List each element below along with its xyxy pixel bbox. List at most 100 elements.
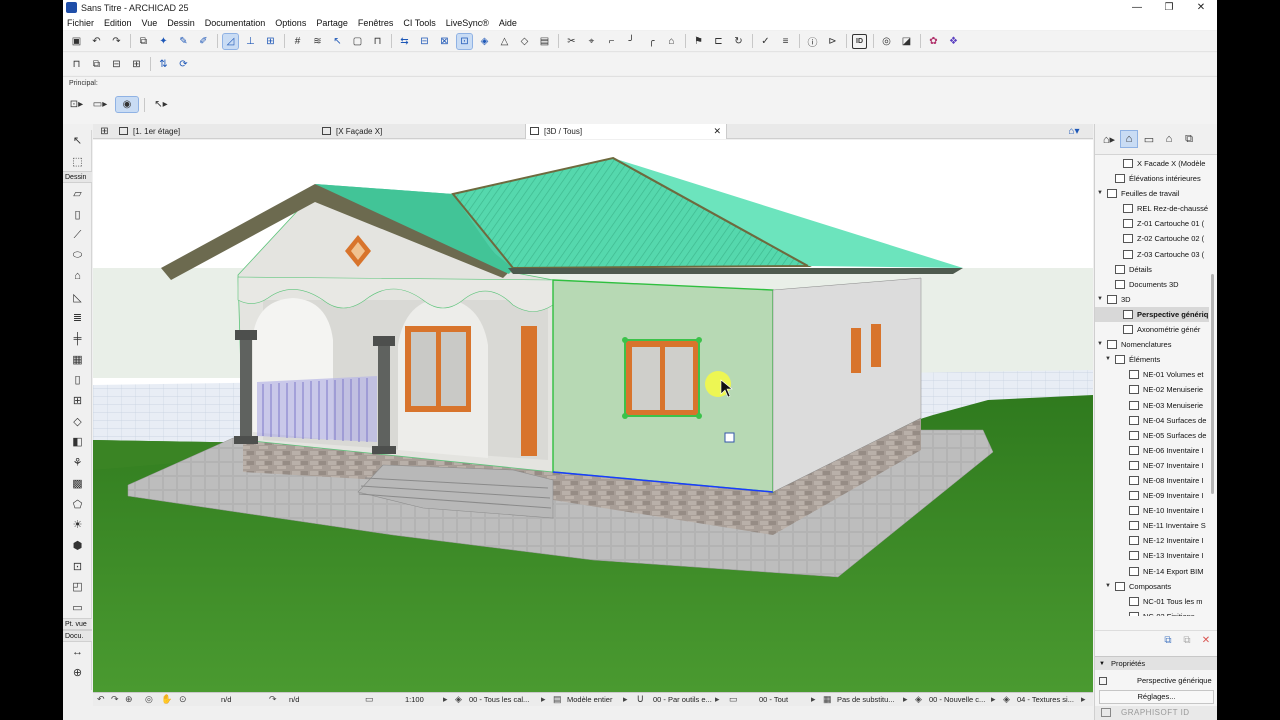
pick-up-icon[interactable]: ✎ xyxy=(176,34,191,49)
shell-tool-icon[interactable]: ◺ xyxy=(63,287,92,308)
adjust-icon[interactable]: ⌐ xyxy=(604,34,619,49)
opening-tool-icon[interactable]: ⊡ xyxy=(63,556,92,577)
trace-icon[interactable]: ⇆ xyxy=(397,34,412,49)
menu-fichier[interactable]: Fichier xyxy=(67,18,94,28)
menu-fenetres[interactable]: Fenêtres xyxy=(358,18,394,28)
tree-node[interactable]: Z-02 Cartouche 02 ( xyxy=(1095,231,1209,246)
level-tool-icon[interactable]: ⊕ xyxy=(63,663,92,684)
orbit-icon[interactable]: ◉ xyxy=(115,96,139,113)
menu-dessin[interactable]: Dessin xyxy=(167,18,195,28)
tree-node[interactable]: Documents 3D xyxy=(1095,277,1209,292)
menu-options[interactable]: Options xyxy=(275,18,306,28)
clone-icon[interactable]: ⧉ xyxy=(1179,635,1195,646)
chevron-right-icon[interactable]: ▸ xyxy=(991,693,996,706)
close-window-button[interactable]: ✕ xyxy=(1185,0,1217,15)
chevron-right-icon[interactable]: ▸ xyxy=(715,693,720,706)
angle-icon[interactable]: ↷ xyxy=(269,693,277,706)
layer-icon[interactable]: ≋ xyxy=(310,34,325,49)
chevron-right-icon[interactable]: ▸ xyxy=(623,693,628,706)
railing-tool-icon[interactable]: ╪ xyxy=(63,328,92,349)
morph-tool-icon[interactable]: ⬢ xyxy=(63,535,92,556)
delete-icon[interactable]: ✕ xyxy=(1198,635,1214,646)
3d-model-render[interactable] xyxy=(93,140,1093,692)
tree-node[interactable]: X Facade X (Modèle xyxy=(1095,156,1209,171)
menu-partage[interactable]: Partage xyxy=(316,18,348,28)
mirror-icon[interactable]: ⊏ xyxy=(711,34,726,49)
distribute-icon[interactable]: ≡ xyxy=(778,34,793,49)
menu-livesync[interactable]: LiveSync® xyxy=(446,18,489,28)
shape-icon[interactable]: ◈ xyxy=(477,34,492,49)
tree-node[interactable]: ▼ 3D xyxy=(1095,292,1209,307)
fillet-icon[interactable]: ⌂ xyxy=(664,34,679,49)
undo-icon[interactable]: ↶ xyxy=(89,34,104,49)
undo-zoom-icon[interactable]: ↶ xyxy=(97,693,105,706)
tree-node[interactable]: NE-11 Inventaire S xyxy=(1095,518,1209,533)
tree-node[interactable]: NE-13 Inventaire I xyxy=(1095,548,1209,563)
3d-style[interactable]: 04 - Textures si... xyxy=(1017,693,1074,706)
door-tool-icon[interactable]: ▯ xyxy=(63,370,92,391)
slab-tool-icon[interactable]: ⬭ xyxy=(63,245,92,266)
tree-node[interactable]: NC-02 Finitions xyxy=(1095,609,1209,616)
tree-node[interactable]: NE-09 Inventaire I xyxy=(1095,488,1209,503)
orbit-icon[interactable]: ◎ xyxy=(145,693,153,706)
tree-node[interactable]: NE-07 Inventaire I xyxy=(1095,458,1209,473)
figure-tool-icon[interactable]: ▭ xyxy=(63,597,92,618)
lamp-tool-icon[interactable]: ☀ xyxy=(63,514,92,535)
copy-icon[interactable]: ⧉ xyxy=(136,34,151,49)
tree-node[interactable]: REL Rez-de-chaussé xyxy=(1095,201,1209,216)
floor-plan-icon[interactable]: ⊓ xyxy=(69,57,84,72)
chevron-right-icon[interactable]: ▸ xyxy=(443,693,448,706)
tab-menu-icon[interactable]: ⌂▾ xyxy=(1061,124,1087,139)
tab-overview-icon[interactable]: ⊞ xyxy=(97,124,112,139)
id-icon[interactable]: ID xyxy=(852,33,867,49)
toolbox-section-point-de-vue[interactable]: Pt. vue xyxy=(63,617,92,630)
publisher-icon[interactable]: ⧉ xyxy=(1181,131,1197,147)
gravity-icon[interactable]: ⊡ xyxy=(456,32,473,50)
chevron-right-icon[interactable]: ▸ xyxy=(903,693,908,706)
properties-header[interactable]: ▼ Propriétés xyxy=(1095,656,1217,670)
reload-icon[interactable]: ⟳ xyxy=(176,57,191,72)
arrow-tool-icon[interactable]: ↖ xyxy=(63,130,92,151)
snap-points-icon[interactable]: ⊞ xyxy=(263,34,278,49)
arrow-pointer-icon[interactable]: ↖▸ xyxy=(150,97,172,112)
compare-icon[interactable]: ⊟ xyxy=(417,34,432,49)
trim-icon[interactable]: ✂ xyxy=(564,34,579,49)
pen-set[interactable]: 00 - Par outils e... xyxy=(653,693,712,706)
mesh-tool-icon[interactable]: ⬠ xyxy=(63,494,92,515)
menu-vue[interactable]: Vue xyxy=(142,18,158,28)
selection-node[interactable] xyxy=(622,413,628,419)
snap-grid-icon[interactable]: ◿ xyxy=(222,32,239,50)
beam-tool-icon[interactable]: ⟋ xyxy=(63,225,92,246)
select-icon[interactable]: ▢ xyxy=(350,34,365,49)
fit-icon[interactable]: ⊙ xyxy=(179,693,187,706)
rotate-icon[interactable]: ↻ xyxy=(731,34,746,49)
menu-documentation[interactable]: Documentation xyxy=(205,18,266,28)
tree-node[interactable]: Axonométrie génér xyxy=(1095,322,1209,337)
selection-node[interactable] xyxy=(622,337,628,343)
model-view-option[interactable]: Modèle entier xyxy=(567,693,612,706)
skylight-tool-icon[interactable]: ◇ xyxy=(63,411,92,432)
layout-icon[interactable]: ⊞ xyxy=(129,57,144,72)
tree-node[interactable]: ▼ Composants xyxy=(1095,579,1209,594)
inject-icon[interactable]: ✐ xyxy=(196,34,211,49)
zone-tool-icon[interactable]: ▩ xyxy=(63,473,92,494)
tree-node[interactable]: NC-01 Tous les m xyxy=(1095,594,1209,609)
lock-icon[interactable]: ⊓ xyxy=(370,34,385,49)
tree-node[interactable]: Perspective génériq xyxy=(1095,306,1209,323)
expand-arrow-icon[interactable]: ▼ xyxy=(1097,292,1105,307)
bimx-icon[interactable]: ❖ xyxy=(946,34,961,49)
dimension-tool-icon[interactable]: ↔ xyxy=(63,642,92,663)
view-map-icon[interactable]: ▭ xyxy=(1141,131,1157,147)
flag-icon[interactable]: ⚑ xyxy=(691,34,706,49)
zoom-icon[interactable]: ⊕ xyxy=(125,693,133,706)
layers-icon[interactable]: ◈ xyxy=(455,693,462,706)
section-icon[interactable]: ▤ xyxy=(537,34,552,49)
polyline-tool-icon[interactable]: ◰ xyxy=(63,576,92,597)
teamwork-icon[interactable]: ✿ xyxy=(926,34,941,49)
redo-icon[interactable]: ↷ xyxy=(109,34,124,49)
marquee-tool-icon[interactable]: ⬚ xyxy=(63,151,92,172)
override-icon[interactable]: ▭ xyxy=(729,693,738,706)
chevron-right-icon[interactable]: ▸ xyxy=(811,693,816,706)
tree-node[interactable]: Z-03 Cartouche 03 ( xyxy=(1095,247,1209,262)
tree-node[interactable]: NE-14 Export BIM xyxy=(1095,564,1209,579)
